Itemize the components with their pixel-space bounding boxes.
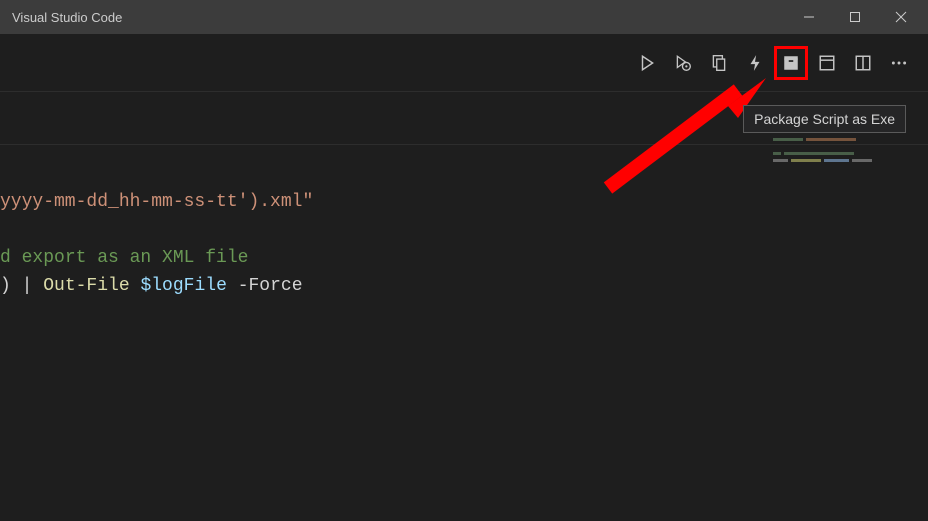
more-icon[interactable] bbox=[882, 46, 916, 80]
code-string: yyyy-mm-dd_hh-mm-ss-tt').xml" bbox=[0, 192, 313, 212]
code-parameter: -Force bbox=[238, 276, 303, 296]
code-comment: export as an XML file bbox=[11, 248, 249, 268]
split-editor-icon[interactable] bbox=[846, 46, 880, 80]
annotation-arrow bbox=[598, 78, 773, 198]
window-controls bbox=[786, 0, 924, 34]
titlebar: Visual Studio Code bbox=[0, 0, 928, 34]
tooltip-package-script: Package Script as Exe bbox=[743, 105, 906, 133]
code-editor[interactable]: yyyy-mm-dd_hh-mm-ss-tt').xml" d export a… bbox=[0, 162, 313, 300]
code-cmdlet: Out-File bbox=[43, 276, 129, 296]
code-pipe: | bbox=[11, 276, 43, 296]
panel-icon[interactable] bbox=[810, 46, 844, 80]
lightning-icon[interactable] bbox=[738, 46, 772, 80]
code-variable: $logFile bbox=[140, 276, 226, 296]
package-script-icon[interactable] bbox=[774, 46, 808, 80]
code-paren: ) bbox=[0, 276, 11, 296]
editor-divider bbox=[0, 144, 928, 145]
maximize-button[interactable] bbox=[832, 0, 878, 34]
titlebar-title: Visual Studio Code bbox=[12, 10, 122, 25]
minimize-button[interactable] bbox=[786, 0, 832, 34]
editor-toolbar bbox=[0, 34, 928, 92]
copy-file-icon[interactable] bbox=[702, 46, 736, 80]
close-button[interactable] bbox=[878, 0, 924, 34]
debug-settings-icon[interactable] bbox=[666, 46, 700, 80]
code-comment-prefix: d bbox=[0, 248, 11, 268]
run-icon[interactable] bbox=[630, 46, 664, 80]
